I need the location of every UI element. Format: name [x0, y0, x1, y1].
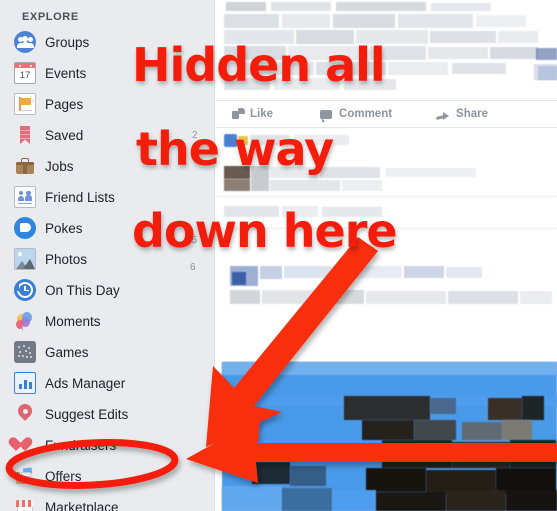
- calendar-day-number: 17: [19, 70, 31, 81]
- share-arrow-icon: [436, 107, 450, 121]
- explore-sidebar: EXPLORE Groups 17 Events Pages Saved 2 J…: [0, 0, 215, 511]
- sidebar-item-pages[interactable]: Pages: [14, 89, 214, 119]
- sidebar-item-label: Marketplace: [45, 499, 119, 511]
- share-label: Share: [456, 108, 489, 120]
- sidebar-item-label: Groups: [45, 34, 90, 50]
- sidebar-item-label: Friend Lists: [45, 189, 115, 205]
- briefcase-icon: [14, 155, 36, 177]
- sidebar-item-groups[interactable]: Groups: [14, 27, 214, 57]
- explore-section-header: EXPLORE: [22, 11, 79, 23]
- like-button[interactable]: Like: [230, 107, 273, 121]
- screenshot-root: EXPLORE Groups 17 Events Pages Saved 2 J…: [0, 0, 557, 511]
- share-button[interactable]: Share: [436, 107, 488, 121]
- heart-icon: [6, 434, 36, 456]
- bookmark-icon: [14, 124, 36, 146]
- sidebar-item-label: Pages: [45, 96, 84, 112]
- news-feed-column: Like Comment Share: [216, 0, 557, 511]
- sidebar-item-label: Moments: [45, 313, 101, 329]
- offers-hand-icon: [14, 465, 36, 487]
- bar-chart-icon: [14, 372, 36, 394]
- storefront-icon: [14, 496, 36, 511]
- comment-label: Comment: [339, 108, 393, 120]
- map-pin-icon: [14, 401, 36, 425]
- sidebar-item-label: Games: [45, 344, 89, 360]
- poke-hand-icon: [14, 217, 36, 239]
- comment-bubble-icon: [319, 107, 333, 122]
- thumbs-up-icon: [230, 107, 245, 121]
- sidebar-item-fundraisers[interactable]: Fundraisers: [6, 430, 214, 460]
- sidebar-item-ads-manager[interactable]: Ads Manager: [14, 368, 214, 398]
- photo-icon: [14, 248, 36, 270]
- sidebar-item-label: Ads Manager: [45, 375, 126, 391]
- sidebar-item-saved[interactable]: Saved 2: [14, 120, 214, 150]
- comment-button[interactable]: Comment: [319, 107, 393, 122]
- sidebar-item-marketplace[interactable]: Marketplace: [14, 492, 214, 511]
- sidebar-item-jobs[interactable]: Jobs: [14, 151, 214, 181]
- friend-lists-icon: [14, 186, 36, 208]
- sidebar-item-label: Suggest Edits: [45, 406, 129, 422]
- groups-icon: [14, 31, 36, 53]
- calendar-icon: 17: [14, 62, 36, 84]
- flag-icon: [14, 93, 36, 115]
- like-label: Like: [250, 108, 274, 120]
- sidebar-item-on-this-day[interactable]: On This Day 6: [14, 262, 214, 305]
- sidebar-item-games[interactable]: Games: [14, 337, 214, 367]
- sidebar-item-pokes[interactable]: Pokes: [14, 213, 214, 243]
- games-icon: [14, 341, 36, 363]
- balloons-icon: [14, 310, 36, 332]
- sidebar-item-label: Events: [45, 65, 87, 81]
- clock-history-icon: [14, 279, 36, 301]
- post-action-bar: Like Comment Share: [216, 100, 557, 128]
- sidebar-item-label: Photos: [45, 251, 88, 267]
- sidebar-badge-photos: 15: [186, 235, 198, 246]
- sidebar-item-moments[interactable]: Moments: [14, 306, 214, 336]
- sidebar-item-label: Jobs: [45, 158, 74, 174]
- sidebar-item-offers[interactable]: Offers: [14, 461, 214, 491]
- sidebar-item-label: Offers: [45, 468, 82, 484]
- sidebar-item-label: Pokes: [45, 220, 83, 236]
- sidebar-item-label: Fundraisers: [45, 437, 117, 453]
- sidebar-item-label: On This Day: [45, 282, 120, 298]
- sidebar-item-friend-lists[interactable]: Friend Lists: [14, 182, 214, 212]
- sidebar-item-events[interactable]: 17 Events: [14, 58, 214, 88]
- sidebar-badge-saved: 2: [192, 129, 198, 141]
- sidebar-item-label: Saved: [45, 127, 84, 143]
- sidebar-item-suggest-edits[interactable]: Suggest Edits: [14, 399, 214, 429]
- sidebar-item-photos[interactable]: Photos 15: [14, 235, 214, 274]
- sidebar-badge-on-this-day: 6: [190, 262, 196, 273]
